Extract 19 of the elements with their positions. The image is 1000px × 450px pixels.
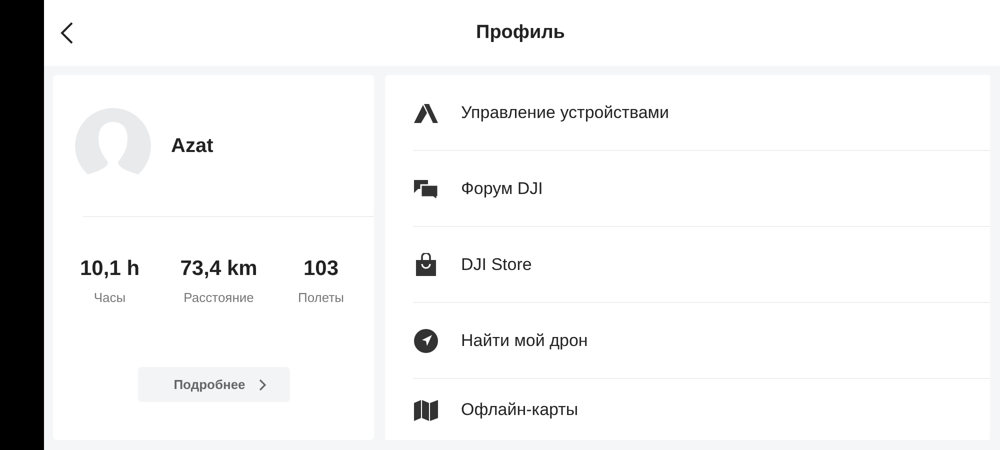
- menu-item[interactable]: Офлайн-карты: [413, 379, 990, 440]
- stat-value: 103: [303, 257, 339, 281]
- stat-label: Расстояние: [184, 290, 254, 305]
- stat-label: Часы: [94, 290, 126, 305]
- locator-icon: [413, 328, 439, 352]
- menu-item[interactable]: Найти мой дрон: [413, 303, 990, 379]
- user-name: Azat: [171, 134, 214, 158]
- menu-item[interactable]: DJI Store: [413, 227, 990, 303]
- stat-value: 10,1 h: [80, 257, 140, 281]
- map-icon: [413, 398, 439, 422]
- stat-value: 73,4 km: [180, 257, 258, 281]
- details-button[interactable]: Подробнее: [138, 367, 290, 402]
- back-icon: [60, 21, 74, 45]
- bag-icon: [413, 252, 439, 276]
- stat-label: Полеты: [298, 290, 344, 305]
- page-title: Профиль: [476, 22, 565, 44]
- menu-item[interactable]: Форум DJI: [413, 151, 990, 227]
- menu-item[interactable]: Управление устройствами: [413, 75, 990, 151]
- chevron-icon: [259, 378, 268, 390]
